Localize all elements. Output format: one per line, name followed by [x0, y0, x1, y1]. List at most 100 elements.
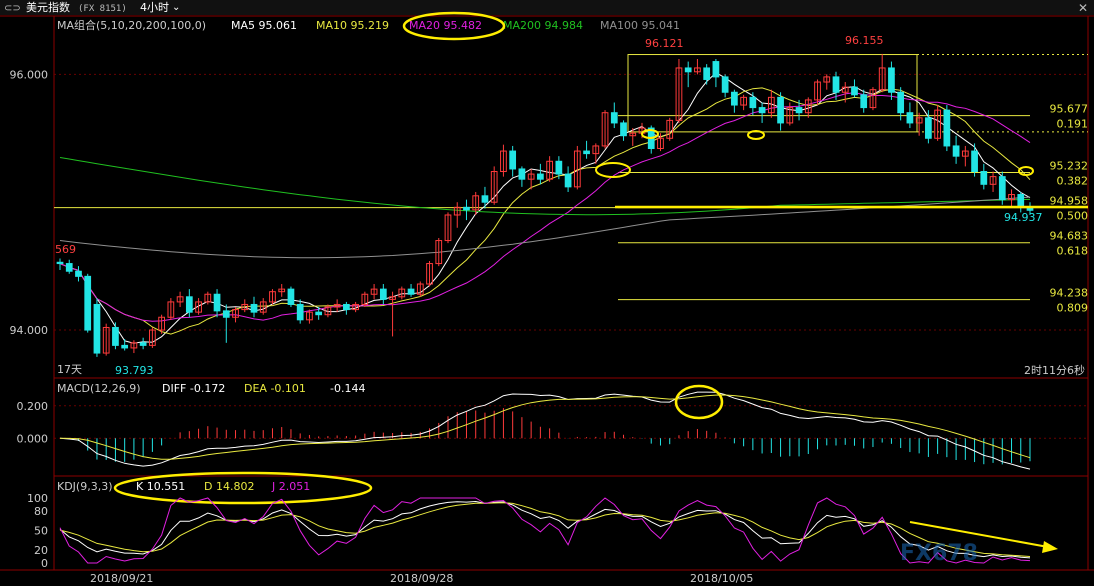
back-button[interactable]: ⊂⊃	[4, 3, 21, 14]
watermark-logo: FX678	[900, 541, 978, 566]
date-label-3: 2018/10/05	[690, 572, 753, 585]
kdj-k-line	[59, 500, 1031, 559]
macd-diff-line	[59, 391, 1031, 470]
header-bar: ⊂⊃ 美元指数 (FX 8151) 4小时 ⌄ ✕	[0, 0, 1094, 15]
candle-body	[860, 94, 868, 109]
price-tick-label: 96.000	[10, 68, 49, 81]
instrument-code: (FX 8151)	[78, 4, 127, 14]
date-label-1: 2018/09/21	[90, 572, 153, 585]
candle-body	[749, 96, 757, 109]
candle-body	[315, 311, 323, 316]
ma5-value: MA5 95.061	[231, 19, 297, 32]
candle-body	[943, 109, 951, 147]
low-label: 93.793	[115, 364, 154, 377]
ma10-value: MA10 95.219	[316, 19, 389, 32]
kdj-panel: KDJ(9,3,3) K 10.551 D 14.802 J 2.051 100…	[27, 471, 1058, 570]
candle-body	[851, 86, 858, 96]
candle-body	[84, 275, 92, 331]
macd-title: MACD(12,26,9)	[57, 382, 141, 395]
ma200-value: MA200 94.984	[503, 19, 583, 32]
date-label-2: 2018/09/28	[390, 572, 453, 585]
candle-body	[795, 107, 803, 114]
kdj-lines	[59, 497, 1031, 564]
kdj-tick-label: 0	[41, 557, 48, 570]
candle-body	[65, 263, 73, 272]
candle-body	[721, 76, 729, 93]
period-selector[interactable]: 4小时 ⌄	[140, 1, 180, 14]
fib-ratio-label: 0.618	[1057, 245, 1089, 258]
close-button[interactable]: ✕	[1078, 1, 1088, 15]
fib-price-label: 95.677	[1050, 103, 1089, 116]
fib-ratio-label: 0.500	[1057, 210, 1089, 223]
candle-body	[250, 303, 258, 313]
candle-body	[703, 67, 711, 80]
kdj-tick-label: 80	[34, 505, 48, 518]
period-label: 4小时	[140, 1, 169, 14]
candle-body	[296, 303, 304, 321]
candle-body	[287, 288, 295, 305]
chart-canvas: ⊂⊃ 美元指数 (FX 8151) 4小时 ⌄ ✕ MA组合(5,10,20,2…	[0, 0, 1094, 585]
fib-price-label: 95.232	[1050, 160, 1089, 173]
macd-axis: 0.200 0.000	[17, 400, 1088, 445]
fib-ratio-label: 0.382	[1057, 175, 1089, 188]
countdown-label: 2时11分6秒	[1024, 363, 1085, 377]
candle-body	[897, 91, 905, 114]
candle-body	[139, 342, 147, 346]
candle-body	[925, 117, 932, 139]
days-label: 17天	[57, 363, 82, 376]
candlesticks	[56, 53, 1034, 357]
macd-tick-label: 0.200	[17, 400, 49, 413]
close-icon: ✕	[1078, 1, 1088, 15]
candle-body	[518, 168, 526, 180]
candle-body	[481, 195, 489, 203]
candle-body	[952, 145, 960, 157]
fib-ratio-label: 0.191	[1057, 118, 1089, 131]
candle-body	[731, 91, 738, 106]
kdj-tick-label: 20	[34, 544, 48, 557]
candle-body	[583, 150, 590, 155]
candle-body	[998, 176, 1006, 201]
candle-body	[684, 67, 692, 73]
instrument-name: 美元指数	[26, 0, 70, 14]
candle-body	[777, 96, 784, 124]
candle-body	[93, 303, 101, 354]
kdj-d: D 14.802	[204, 480, 254, 493]
macd-histogram	[68, 408, 1031, 465]
candle-body	[1017, 194, 1025, 208]
macd-dea: DEA -0.101	[244, 382, 306, 395]
candle-body	[463, 206, 470, 211]
ma10-line	[59, 87, 1031, 335]
macd-lines	[59, 391, 1031, 470]
ma-combo-label: MA组合(5,10,20,200,100,0)	[57, 18, 206, 32]
macd-tick-label: 0.000	[17, 432, 49, 445]
ma-legend: MA组合(5,10,20,200,100,0) MA5 95.061 MA10 …	[57, 11, 680, 41]
kdj-tick-label: 50	[34, 525, 48, 538]
candle-body	[906, 112, 914, 124]
candle-body	[509, 150, 517, 170]
fib-price-label: 94.238	[1050, 287, 1089, 300]
fib-price-label: 94.958	[1050, 195, 1089, 208]
kdj-d-line	[59, 502, 1031, 557]
candle-body	[213, 293, 221, 312]
candle-body	[56, 261, 64, 265]
candle-body	[620, 122, 627, 137]
kdj-j: J 2.051	[271, 480, 310, 493]
candle-body	[555, 160, 563, 175]
candle-body	[758, 107, 766, 114]
price-annotations: 96.121 96.155 93.793 569 94.937 17天 2时11…	[55, 34, 1085, 377]
macd-panel: MACD(12,26,9) DIFF -0.172 DEA -0.101 -0.…	[17, 382, 1088, 470]
candle-body	[980, 171, 988, 185]
macd-cross-highlight	[674, 384, 724, 420]
fib-price-label: 94.683	[1050, 230, 1089, 243]
candle-body	[343, 303, 350, 311]
macd-hist: -0.144	[330, 382, 365, 395]
candle-body	[537, 173, 544, 180]
candle-body	[379, 288, 387, 300]
kdj-tick-label: 100	[27, 492, 48, 505]
back-arrow-icon: ⊂⊃	[4, 3, 21, 14]
candle-body	[564, 173, 572, 188]
fib-ratio-label: 0.809	[1057, 302, 1089, 315]
support-highlight-4	[1018, 166, 1034, 176]
price-tick-label: 94.000	[10, 324, 49, 337]
candle-body	[185, 296, 193, 313]
